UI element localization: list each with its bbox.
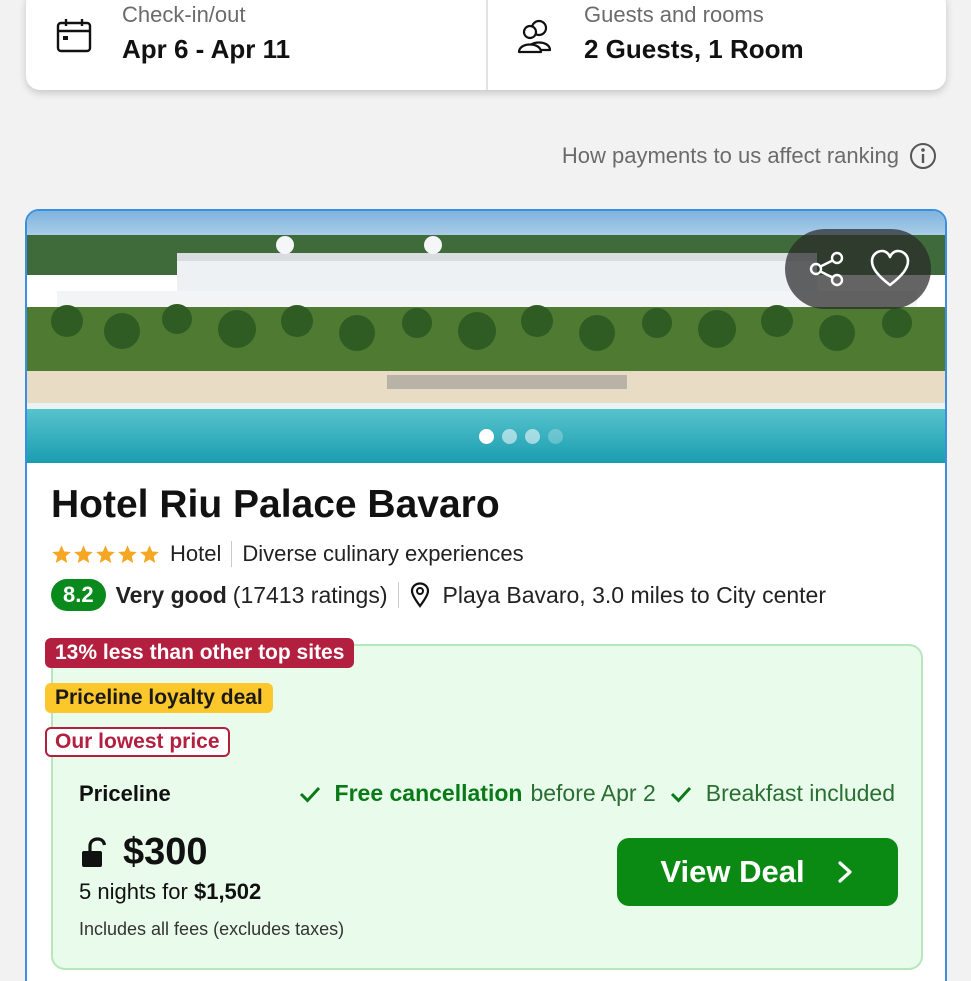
hotel-location: Playa Bavaro, 3.0 miles to City center bbox=[442, 581, 827, 608]
star-rating bbox=[51, 544, 160, 565]
dates-field[interactable]: Check-in/out Apr 6 - Apr 11 bbox=[26, 0, 486, 90]
dates-label: Check-in/out bbox=[122, 2, 246, 27]
hotel-name[interactable]: Hotel Riu Palace Bavaro bbox=[51, 483, 500, 527]
hotel-tagline: Diverse culinary experiences bbox=[242, 541, 524, 566]
dates-value: Apr 6 - Apr 11 bbox=[122, 34, 291, 64]
price-row: $300 bbox=[79, 831, 208, 874]
share-button[interactable] bbox=[804, 246, 850, 292]
rating-word: Very good bbox=[115, 581, 227, 608]
nightly-price: $300 bbox=[123, 831, 208, 873]
photo-actions bbox=[785, 229, 931, 309]
hotel-type: Hotel bbox=[170, 541, 222, 566]
star-icon bbox=[52, 544, 71, 563]
hotel-meta-row: Hotel Diverse culinary experiences bbox=[51, 541, 524, 567]
view-deal-button[interactable]: View Deal bbox=[617, 838, 898, 906]
star-icon bbox=[74, 544, 93, 563]
carousel-dot[interactable] bbox=[548, 429, 563, 444]
guests-field[interactable]: Guests and rooms 2 Guests, 1 Room bbox=[488, 0, 946, 90]
ranking-disclosure-link[interactable]: How payments to us affect ranking bbox=[562, 142, 937, 170]
info-icon[interactable] bbox=[909, 142, 937, 170]
deal-provider: Priceline bbox=[79, 781, 171, 806]
meta-separator bbox=[231, 541, 233, 567]
calendar-icon bbox=[56, 19, 92, 53]
hotel-photo[interactable] bbox=[27, 211, 945, 463]
carousel-dot[interactable] bbox=[525, 429, 540, 444]
free-cancellation-label: Free cancellation bbox=[334, 780, 523, 806]
less-than-badge: 13% less than other top sites bbox=[45, 638, 355, 668]
search-summary-card: Check-in/out Apr 6 - Apr 11 Guests and r… bbox=[26, 0, 946, 90]
ranking-disclosure-text: How payments to us affect ranking bbox=[561, 143, 899, 168]
total-price: $1,502 bbox=[193, 879, 262, 904]
favorite-button[interactable] bbox=[867, 246, 913, 292]
view-deal-label: View Deal bbox=[660, 854, 805, 889]
rating-separator bbox=[397, 582, 399, 608]
star-icon bbox=[140, 544, 159, 563]
deal-perks: Free cancellation before Apr 2 Breakfast… bbox=[299, 780, 895, 807]
carousel-dot[interactable] bbox=[479, 429, 494, 444]
lowest-price-badge: Our lowest price bbox=[45, 727, 230, 757]
check-icon bbox=[670, 786, 691, 803]
location-pin-icon bbox=[410, 582, 429, 608]
guests-label: Guests and rooms bbox=[584, 2, 764, 27]
check-icon bbox=[299, 786, 320, 803]
guests-value: 2 Guests, 1 Room bbox=[584, 34, 804, 64]
rating-row: 8.2 Very good (17413 ratings) Playa Bava… bbox=[51, 579, 826, 611]
review-score-badge: 8.2 bbox=[51, 579, 106, 611]
users-icon bbox=[517, 19, 552, 54]
share-icon bbox=[809, 251, 843, 287]
loyalty-badge: Priceline loyalty deal bbox=[45, 683, 273, 713]
breakfast-label: Breakfast included bbox=[705, 780, 895, 806]
heart-icon bbox=[870, 249, 909, 287]
hotel-card[interactable]: Hotel Riu Palace Bavaro Hotel Diverse cu… bbox=[25, 209, 947, 981]
star-icon bbox=[96, 544, 115, 563]
unlocked-lock-icon bbox=[82, 836, 107, 867]
cancellation-deadline: before Apr 2 bbox=[530, 780, 656, 806]
star-icon bbox=[118, 544, 137, 563]
total-price-line: 5 nights for $1,502 bbox=[79, 879, 261, 905]
nights-prefix: 5 nights for bbox=[79, 879, 188, 904]
rating-count: (17413 ratings) bbox=[232, 581, 388, 608]
carousel-dot[interactable] bbox=[502, 429, 517, 444]
fees-note: Includes all fees (excludes taxes) bbox=[79, 919, 345, 939]
carousel-dots[interactable] bbox=[479, 429, 563, 444]
chevron-right-icon bbox=[837, 861, 852, 883]
